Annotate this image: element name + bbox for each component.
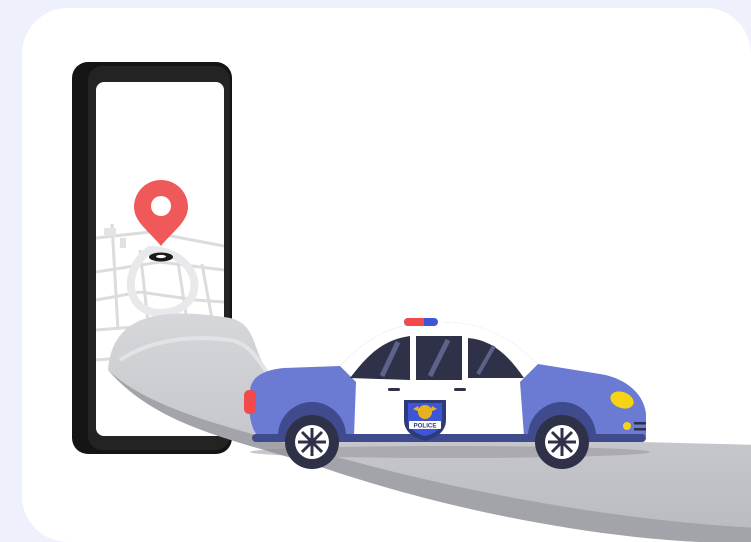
police-tracking-illustration: POLICE	[72, 62, 751, 542]
siren-light	[404, 318, 438, 326]
tail-light	[244, 390, 256, 414]
rear-wheel	[285, 415, 339, 469]
badge-label: POLICE	[413, 423, 436, 430]
front-wheel	[535, 415, 589, 469]
